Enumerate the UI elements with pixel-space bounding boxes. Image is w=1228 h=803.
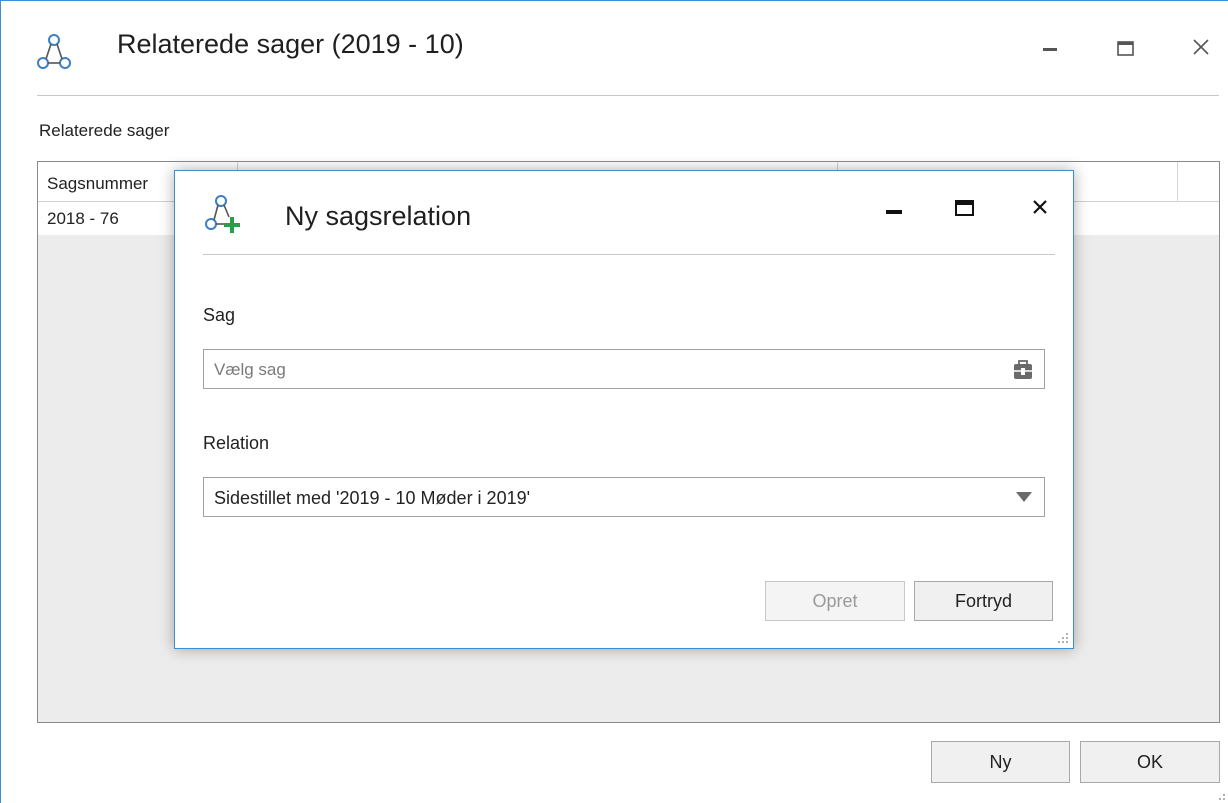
close-button[interactable] xyxy=(1181,29,1221,65)
case-field-label: Sag xyxy=(203,305,236,325)
maximize-button[interactable] xyxy=(1106,31,1146,67)
maximize-icon xyxy=(955,200,974,216)
case-picker-icon[interactable] xyxy=(1012,359,1034,381)
dialog-minimize-button[interactable] xyxy=(875,193,915,229)
relation-select[interactable]: Sidestillet med '2019 - 10 Møder i 2019' xyxy=(203,477,1045,517)
resize-grip-icon[interactable] xyxy=(1214,789,1226,801)
ok-button[interactable]: OK xyxy=(1080,741,1220,783)
resize-grip-icon[interactable] xyxy=(1055,630,1069,644)
title-separator xyxy=(37,95,1219,96)
case-input[interactable]: Vælg sag xyxy=(203,349,1045,389)
case-input-placeholder: Vælg sag xyxy=(214,360,286,379)
relation-field-label: Relation xyxy=(203,433,270,453)
chevron-down-icon xyxy=(1016,492,1032,502)
relations-icon xyxy=(37,34,71,69)
relation-selected-value: Sidestillet med '2019 - 10 Møder i 2019' xyxy=(214,488,531,508)
create-button[interactable]: Opret xyxy=(765,581,905,621)
minimize-icon xyxy=(1043,48,1057,51)
dialog-title-separator xyxy=(203,254,1055,255)
window-title: Relaterede sager (2019 - 10) xyxy=(117,29,464,59)
cancel-button[interactable]: Fortryd xyxy=(914,581,1053,621)
section-label: Relaterede sager xyxy=(39,121,170,140)
dialog-close-button[interactable] xyxy=(1020,189,1060,225)
minimize-button[interactable] xyxy=(1031,31,1071,67)
new-case-relation-dialog: Ny sagsrelation Sag Vælg sag Relation Si… xyxy=(174,170,1074,649)
minimize-icon xyxy=(886,210,902,214)
dialog-maximize-button[interactable] xyxy=(945,191,985,227)
column-header-4[interactable] xyxy=(1178,162,1219,202)
close-icon xyxy=(1193,39,1209,55)
maximize-icon xyxy=(1117,41,1134,56)
close-icon xyxy=(1033,200,1047,214)
new-button[interactable]: Ny xyxy=(931,741,1070,783)
add-relation-icon xyxy=(205,195,240,233)
dialog-title: Ny sagsrelation xyxy=(285,201,472,231)
